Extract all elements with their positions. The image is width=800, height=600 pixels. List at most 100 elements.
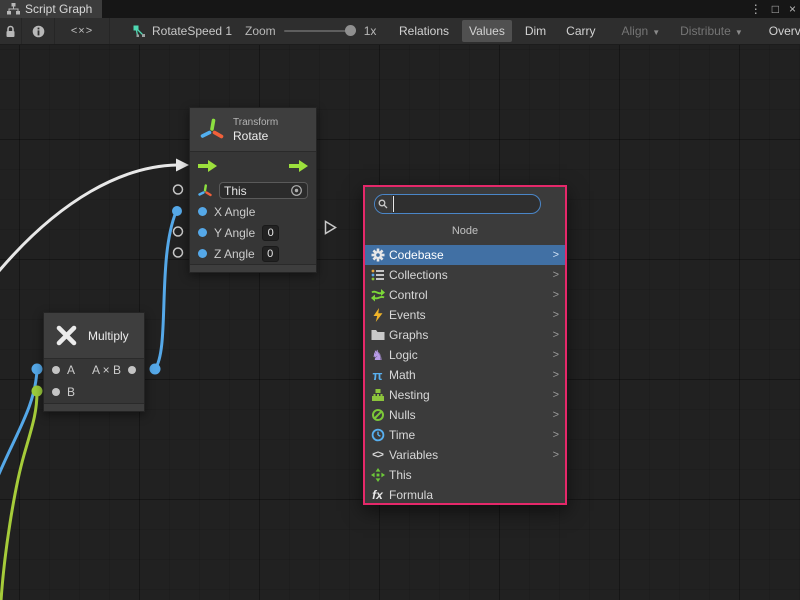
code-view-button[interactable]: <×> (55, 18, 110, 44)
flow-output-arrow-icon[interactable] (289, 160, 308, 172)
list-item-collections[interactable]: Collections > (365, 265, 565, 285)
node-header: Transform Rotate (190, 108, 316, 152)
port-row-z-angle: Z Angle 0 (190, 243, 316, 264)
search-input[interactable] (393, 196, 541, 212)
value-dot-icon[interactable] (52, 366, 60, 374)
value-dot-icon[interactable] (128, 366, 136, 374)
search-icon (375, 195, 392, 213)
value-wire-into-b[interactable] (1, 392, 37, 600)
port-multiply-output[interactable] (150, 364, 161, 375)
chevron-right-icon: > (553, 269, 559, 281)
list-item-math[interactable]: π Math > (365, 365, 565, 385)
lock-button[interactable] (0, 18, 22, 44)
port-row-y-angle: Y Angle 0 (190, 222, 316, 243)
value-wire-multiply-to-xangle[interactable] (155, 212, 176, 369)
value-dot-icon[interactable] (198, 228, 207, 237)
output-label: A × B (92, 363, 121, 377)
value-dot-icon[interactable] (52, 388, 60, 396)
list-item-control[interactable]: Control > (365, 285, 565, 305)
list-item-logic[interactable]: ♞ Logic > (365, 345, 565, 365)
chevron-right-icon: > (553, 249, 559, 261)
pi-icon: π (369, 368, 386, 383)
list-item-variables[interactable]: <> Variables > (365, 445, 565, 465)
node-header: Multiply (44, 313, 144, 359)
list-item-graphs[interactable]: Graphs > (365, 325, 565, 345)
lightning-icon (369, 308, 386, 323)
values-button[interactable]: Values (462, 20, 512, 42)
port-row-x-angle: X Angle (190, 201, 316, 222)
gear-icon (369, 248, 386, 263)
close-icon[interactable]: × (789, 0, 796, 18)
object-picker-icon[interactable] (290, 184, 303, 197)
zoom-slider[interactable] (284, 30, 356, 32)
formula-icon: fx (369, 488, 386, 503)
zoom-level: 1x (364, 24, 377, 38)
port-xangle[interactable] (172, 206, 182, 216)
this-row: This (190, 180, 316, 201)
multiply-icon (54, 323, 79, 348)
zoom-label: Zoom (245, 24, 276, 38)
list-item-formula[interactable]: fx Formula (365, 485, 565, 505)
knight-icon: ♞ (369, 348, 386, 363)
graph-canvas[interactable]: Transform Rotate (0, 45, 800, 600)
flow-output-port[interactable] (324, 220, 337, 238)
port-yangle[interactable] (174, 227, 183, 236)
unity-script-graph-window: Script Graph ⋮ □ × (0, 0, 800, 600)
value-dot-icon[interactable] (198, 207, 207, 216)
list-item-nulls[interactable]: Nulls > (365, 405, 565, 425)
value-dot-icon[interactable] (198, 249, 207, 258)
flow-input-arrow-icon[interactable] (198, 160, 217, 172)
clock-icon (369, 428, 386, 443)
overview-button[interactable]: Overview (762, 20, 800, 42)
chevron-right-icon: > (553, 389, 559, 401)
chevron-right-icon: > (553, 369, 559, 381)
maximize-icon[interactable]: □ (772, 0, 779, 18)
info-button[interactable] (22, 18, 55, 44)
nesting-icon (369, 388, 386, 403)
code-view-icon: <×> (71, 25, 93, 37)
list-item-codebase[interactable]: Codebase > (365, 245, 565, 265)
list-item-time[interactable]: Time > (365, 425, 565, 445)
port-multiply-a[interactable] (32, 364, 43, 375)
dim-button[interactable]: Dim (518, 20, 553, 42)
zoom-slider-handle[interactable] (345, 25, 356, 36)
node-footer (190, 264, 316, 272)
tab-script-graph[interactable]: Script Graph (0, 0, 102, 18)
dropdown-arrow-icon: ▼ (652, 28, 660, 37)
angle-brackets-icon: <> (369, 448, 386, 463)
list-icon (369, 268, 386, 283)
carry-button[interactable]: Carry (559, 20, 602, 42)
toolbar-buttons: Relations Values Dim Carry Align▼ Distri… (386, 18, 800, 44)
node-transform-rotate[interactable]: Transform Rotate (189, 107, 317, 273)
node-multiply[interactable]: Multiply A A × B B (43, 312, 145, 412)
z-angle-value-field[interactable]: 0 (262, 246, 279, 262)
list-item-nesting[interactable]: Nesting > (365, 385, 565, 405)
list-item-events[interactable]: Events > (365, 305, 565, 325)
graph-breadcrumb[interactable]: RotateSpeed 1 (133, 18, 232, 44)
flow-wire-arrowhead (176, 159, 189, 172)
relations-button[interactable]: Relations (392, 20, 456, 42)
port-this[interactable] (174, 185, 183, 194)
port-label: Z Angle (214, 247, 255, 261)
list-item-this[interactable]: This (365, 465, 565, 485)
flow-row (190, 152, 316, 180)
graph-ref-icon (133, 25, 146, 38)
chevron-right-icon: > (553, 409, 559, 421)
menu-icon[interactable]: ⋮ (750, 0, 762, 18)
this-object-field[interactable]: This (219, 182, 308, 199)
graph-name: RotateSpeed 1 (152, 24, 232, 38)
port-multiply-b[interactable] (32, 386, 43, 397)
dropdown-arrow-icon: ▼ (735, 28, 743, 37)
chevron-right-icon: > (553, 289, 559, 301)
zoom-control: Zoom 1x (245, 18, 376, 44)
graph-toolbar: <×> RotateSpeed 1 Zoom 1x Relations Valu… (0, 18, 800, 45)
align-dropdown[interactable]: Align▼ (615, 20, 668, 42)
search-field[interactable] (374, 194, 541, 214)
y-angle-value-field[interactable]: 0 (262, 225, 279, 241)
flow-wire[interactable] (0, 165, 177, 277)
popup-header: Node (365, 223, 565, 239)
distribute-dropdown[interactable]: Distribute▼ (673, 20, 750, 42)
chevron-right-icon: > (553, 349, 559, 361)
chevron-right-icon: > (553, 329, 559, 341)
port-zangle[interactable] (174, 248, 183, 257)
